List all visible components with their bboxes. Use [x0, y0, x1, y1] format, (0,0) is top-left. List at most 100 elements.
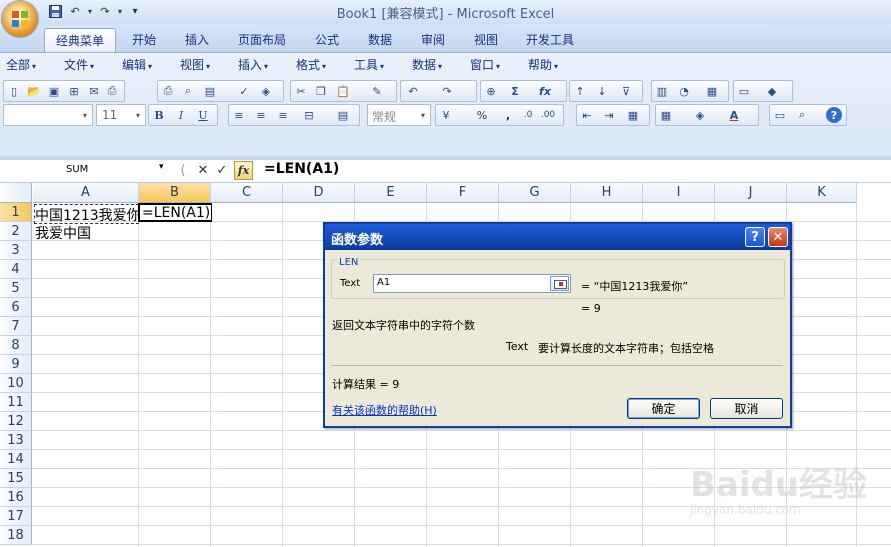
column-header-f[interactable]: F — [427, 183, 499, 203]
select-all-corner[interactable] — [0, 183, 32, 203]
bold-icon[interactable]: B — [151, 107, 167, 123]
name-box[interactable]: SUM ▾ — [2, 161, 170, 180]
drawing-icon[interactable]: ◔ — [676, 83, 692, 99]
row-header-17[interactable]: 17 — [0, 507, 32, 526]
tab-insert[interactable]: 插入 — [175, 28, 219, 52]
research-icon[interactable]: ▤ — [202, 83, 218, 99]
tab-home[interactable]: 开始 — [122, 28, 166, 52]
dialog-close-button[interactable]: ✕ — [768, 227, 788, 247]
row-header-10[interactable]: 10 — [0, 374, 32, 393]
confirm-entry-icon[interactable]: ✓ — [213, 161, 231, 179]
function-help-link[interactable]: 有关该函数的帮助(H) — [332, 402, 437, 418]
row-header-18[interactable]: 18 — [0, 526, 32, 545]
increase-decimal-icon[interactable]: .0 — [520, 107, 536, 123]
column-header-c[interactable]: C — [211, 183, 283, 203]
column-header-d[interactable]: D — [283, 183, 355, 203]
row-header-8[interactable]: 8 — [0, 336, 32, 355]
autosum-icon[interactable]: Σ — [507, 83, 523, 99]
row-header-16[interactable]: 16 — [0, 488, 32, 507]
row-header-4[interactable]: 4 — [0, 260, 32, 279]
cell-a1[interactable]: 中国1213我爱你 — [34, 204, 139, 224]
dialog-title-bar[interactable]: 函数参数 ? ✕ — [325, 224, 790, 250]
cut-icon[interactable]: ✂ — [293, 83, 309, 99]
undo-icon[interactable]: ↶ — [405, 83, 421, 99]
menu-insert[interactable]: 插入 ▾ — [238, 56, 268, 73]
spelling-icon[interactable]: ✓ — [236, 83, 252, 99]
menu-file[interactable]: 文件 ▾ — [64, 56, 94, 73]
row-header-9[interactable]: 9 — [0, 355, 32, 374]
argument-text-input[interactable]: A1 — [373, 274, 571, 293]
tab-data[interactable]: 数据 — [358, 28, 402, 52]
comma-icon[interactable]: , — [500, 107, 516, 123]
italic-icon[interactable]: I — [173, 107, 189, 123]
redo-icon[interactable]: ↷ — [439, 83, 455, 99]
row-header-7[interactable]: 7 — [0, 317, 32, 336]
merge-center-icon[interactable]: ⊟ — [301, 107, 317, 123]
menu-data[interactable]: 数据 ▾ — [412, 56, 442, 73]
align-right-icon[interactable]: ≡ — [275, 107, 291, 123]
ok-button[interactable]: 确定 — [627, 398, 700, 419]
row-header-1[interactable]: 1 — [0, 203, 32, 222]
row-header-15[interactable]: 15 — [0, 469, 32, 488]
copy-icon[interactable]: ❐ — [313, 83, 329, 99]
row-header-5[interactable]: 5 — [0, 279, 32, 298]
insert-function-button[interactable]: fx — [234, 161, 253, 180]
column-header-a[interactable]: A — [33, 183, 139, 203]
cell-styles-icon[interactable]: ▦ — [625, 107, 641, 123]
column-header-k[interactable]: K — [787, 183, 857, 203]
filter-icon[interactable]: ⊽ — [618, 83, 634, 99]
font-color-icon[interactable]: A — [726, 107, 742, 123]
tab-classic-menu[interactable]: 经典菜单 — [44, 28, 116, 53]
menu-all[interactable]: 全部 ▾ — [6, 56, 36, 73]
fill-color-icon[interactable]: ◈ — [692, 107, 708, 123]
column-header-i[interactable]: I — [643, 183, 715, 203]
borders-icon[interactable]: ▦ — [658, 107, 674, 123]
hyperlink-icon[interactable]: ⊕ — [483, 83, 499, 99]
formula-input[interactable]: =LEN(A1) — [264, 161, 339, 177]
row-header-6[interactable]: 6 — [0, 298, 32, 317]
new-document-icon[interactable]: ▯ — [6, 83, 22, 99]
percent-icon[interactable]: % — [474, 107, 490, 123]
column-header-h[interactable]: H — [571, 183, 643, 203]
column-header-e[interactable]: E — [355, 183, 427, 203]
chart-icon[interactable]: ▥ — [654, 83, 670, 99]
help-icon[interactable]: ? — [826, 107, 842, 123]
paste-icon[interactable]: 📋 — [335, 83, 351, 99]
office-button[interactable] — [2, 1, 38, 37]
sort-ascending-icon[interactable]: ↑ — [572, 83, 588, 99]
increase-indent-icon[interactable]: ⇥ — [601, 107, 617, 123]
cell-b1-editing[interactable]: =LEN(A1) — [138, 203, 212, 222]
print-icon[interactable]: ⎙ — [160, 83, 176, 99]
research-book-icon[interactable]: ◈ — [258, 83, 274, 99]
email-icon[interactable]: ✉ — [86, 83, 102, 99]
save-icon[interactable]: ▣ — [46, 83, 62, 99]
cancel-button[interactable]: 取消 — [710, 398, 783, 419]
menu-window[interactable]: 窗口 ▾ — [470, 56, 500, 73]
column-header-j[interactable]: J — [715, 183, 787, 203]
row-header-11[interactable]: 11 — [0, 393, 32, 412]
tab-page-layout[interactable]: 页面布局 — [230, 28, 294, 52]
decrease-indent-icon[interactable]: ⇤ — [579, 107, 595, 123]
row-header-12[interactable]: 12 — [0, 412, 32, 431]
row-header-2[interactable]: 2 — [0, 222, 32, 241]
align-left-icon[interactable]: ≡ — [231, 107, 247, 123]
tab-formulas[interactable]: 公式 — [305, 28, 349, 52]
column-header-b[interactable]: B — [139, 183, 211, 203]
font-name-combo[interactable]: ▾ — [3, 104, 93, 126]
dialog-help-button[interactable]: ? — [745, 227, 765, 247]
sort-descending-icon[interactable]: ↓ — [594, 83, 610, 99]
format-painter-icon[interactable]: ✎ — [369, 83, 385, 99]
screenshot-icon[interactable]: ▭ — [736, 83, 752, 99]
row-header-3[interactable]: 3 — [0, 241, 32, 260]
insert-function-icon[interactable]: fx — [537, 83, 553, 99]
shapes-icon[interactable]: ◆ — [764, 83, 780, 99]
row-header-13[interactable]: 13 — [0, 431, 32, 450]
permission-icon[interactable]: ⊞ — [66, 83, 82, 99]
tab-view[interactable]: 视图 — [464, 28, 508, 52]
font-size-combo[interactable]: 11 ▾ — [96, 104, 146, 126]
zoom-icon[interactable]: ⌕ — [794, 107, 810, 123]
decrease-decimal-icon[interactable]: .00 — [540, 107, 556, 123]
cell-a2[interactable]: 我爱中国 — [35, 223, 139, 241]
row-header-14[interactable]: 14 — [0, 450, 32, 469]
menu-view[interactable]: 视图 ▾ — [180, 56, 210, 73]
